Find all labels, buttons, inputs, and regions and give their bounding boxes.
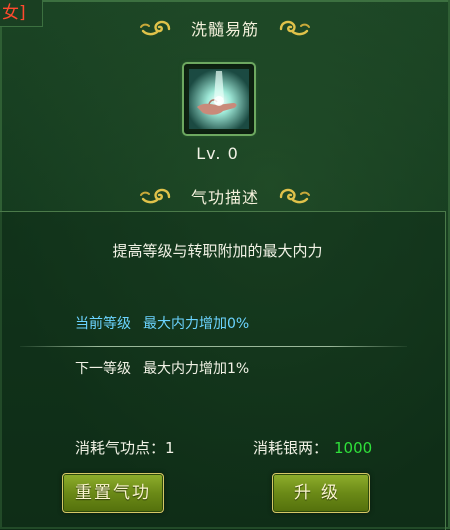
skill-panel: 女] 洗髓易筋 Lv. 0 气功描述 提高等级与转职附加的最大内力 当前等级 最…: [0, 0, 450, 530]
top-border: [0, 0, 450, 2]
cloud-ornament-icon: [139, 188, 171, 204]
next-level-effect: 最大内力增加1%: [143, 361, 250, 377]
skill-icon-slot[interactable]: [182, 62, 256, 136]
silver-label: 消耗银两：: [253, 439, 329, 457]
skill-description: 提高等级与转职附加的最大内力: [112, 242, 323, 260]
skill-title: 洗髓易筋: [190, 20, 259, 39]
cloud-ornament-icon: [279, 20, 310, 36]
skill-points-value: 1: [165, 439, 175, 457]
glowing-hand-icon: [189, 69, 249, 129]
skill-header: 洗髓易筋: [0, 12, 450, 44]
current-level-label: 当前等级: [75, 316, 131, 332]
skill-points-cost: 消耗气功点：1: [75, 437, 175, 458]
current-level-effect: 最大内力增加0%: [143, 316, 250, 332]
description-title: 气功描述: [190, 188, 259, 207]
skill-level: Lv. 0: [196, 144, 239, 163]
silver-value: 1000: [334, 439, 373, 457]
divider: [20, 346, 407, 347]
skill-points-label: 消耗气功点：: [75, 439, 166, 457]
reset-skill-button[interactable]: 重置气功: [62, 473, 164, 513]
current-level-row: 当前等级 最大内力增加0%: [75, 313, 249, 333]
upgrade-button[interactable]: 升级: [272, 473, 370, 513]
next-level-row: 下一等级 最大内力增加1%: [75, 358, 249, 378]
next-level-label: 下一等级: [75, 361, 131, 377]
cloud-ornament-icon: [279, 188, 310, 204]
cloud-ornament-icon: [139, 20, 171, 36]
silver-cost: 消耗银两： 1000: [253, 437, 372, 458]
description-header: 气功描述: [0, 180, 450, 212]
